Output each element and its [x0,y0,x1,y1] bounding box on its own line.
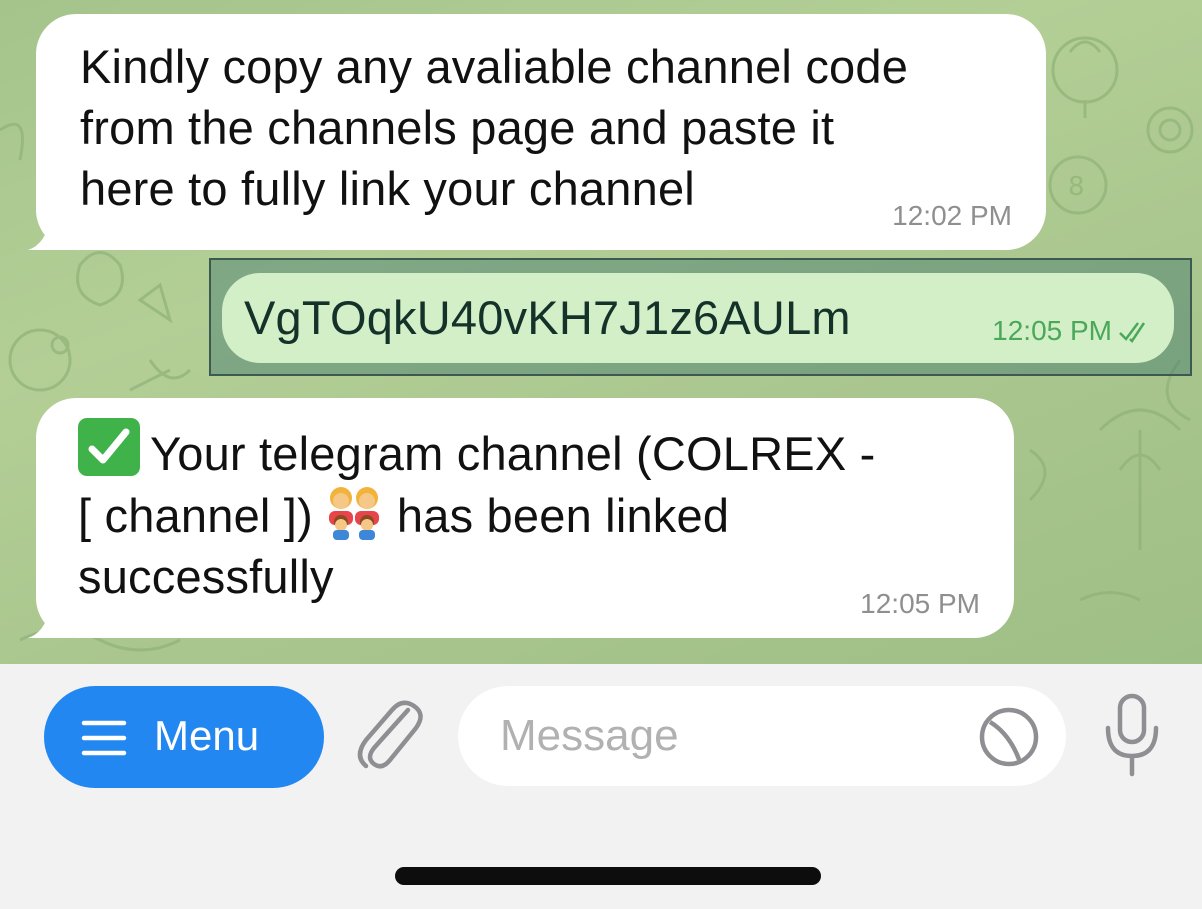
outgoing-message[interactable]: VgTOqkU40vKH7J1z6AULm 12:05 PM [222,273,1174,363]
family-emoji [328,487,379,540]
double-check-icon [1119,322,1146,343]
message-text: VgTOqkU40vKH7J1z6AULm [244,291,851,344]
message-time: 12:05 PM [992,315,1112,346]
message-line-3: successfully [78,550,334,603]
svg-text:8: 8 [1068,172,1085,202]
chat-area[interactable]: 8 Kindly copy any avaliable channel code… [0,0,1202,664]
paperclip-icon[interactable] [352,696,424,774]
incoming-message[interactable]: Kindly copy any avaliable channel code f… [36,14,1046,250]
microphone-icon[interactable] [1100,692,1164,778]
message-input-bar: Menu [0,664,1202,909]
message-text: Kindly copy any avaliable channel code f… [80,40,909,215]
incoming-message[interactable]: Your telegram channel (COLREX - [ channe… [36,398,1014,638]
message-line-2-start: [ channel ]) [78,489,313,542]
home-indicator[interactable] [395,867,821,885]
message-time: 12:05 PM [860,588,980,619]
message-line-1: Your telegram channel (COLREX - [150,427,876,480]
bubble-tail [28,218,72,250]
message-text: Your telegram channel (COLREX - [ channe… [78,418,875,607]
message-input[interactable] [458,686,1066,786]
check-mark-button-emoji [78,418,140,476]
menu-hamburger-icon [81,720,127,756]
menu-button[interactable]: Menu [44,686,324,788]
menu-button-label: Menu [154,712,260,759]
sticker-icon[interactable] [976,704,1042,770]
message-time: 12:02 PM [892,200,1012,231]
bubble-tail [28,606,72,638]
message-line-2-end: has been linked [396,489,730,542]
telegram-chat-screen: 8 Kindly copy any avaliable channel code… [0,0,1202,909]
